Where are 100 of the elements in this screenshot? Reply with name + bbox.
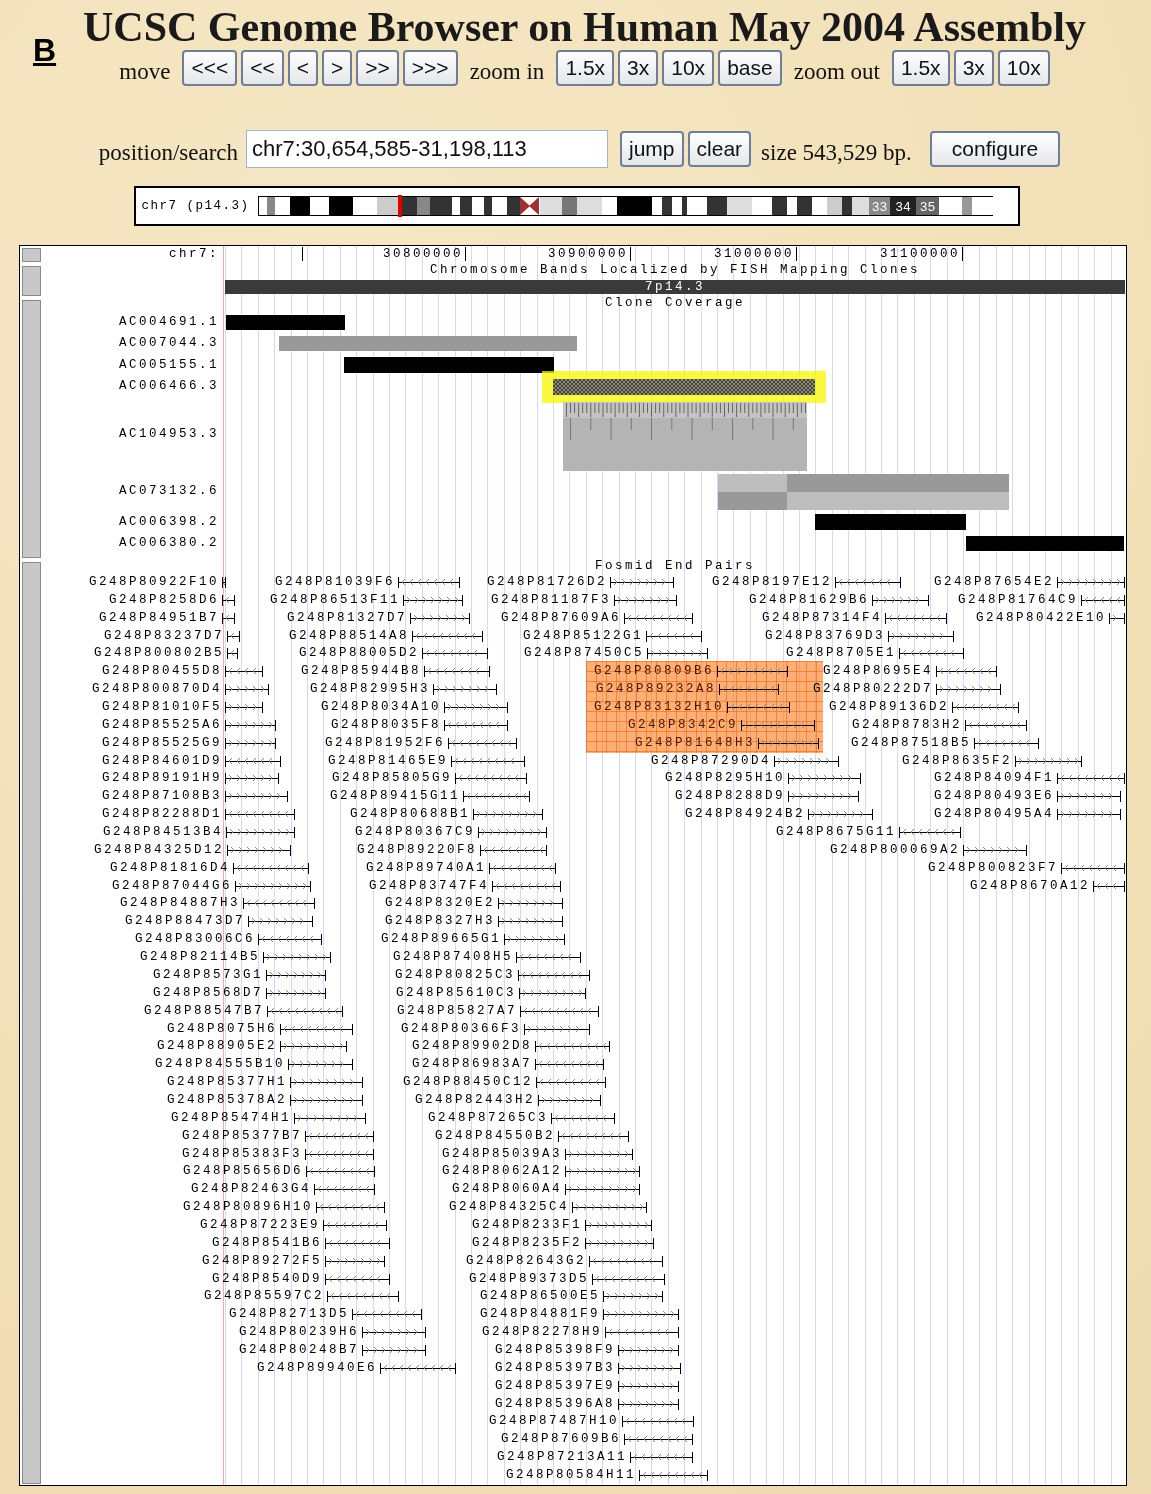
- paired-end-bar[interactable]: [551, 1111, 615, 1124]
- paired-end-bar[interactable]: [222, 593, 235, 606]
- paired-end-bar[interactable]: [410, 611, 470, 624]
- paired-end-bar[interactable]: [478, 826, 547, 839]
- paired-end-bar[interactable]: [492, 879, 561, 892]
- paired-end-bar[interactable]: [622, 1415, 694, 1428]
- paired-end-bar[interactable]: [248, 915, 313, 928]
- paired-end-bar[interactable]: [325, 1272, 390, 1285]
- paired-end-bar[interactable]: [603, 1308, 679, 1321]
- paired-end-bar[interactable]: [448, 736, 517, 749]
- paired-end-bar[interactable]: [974, 736, 1039, 749]
- paired-end-bar[interactable]: [719, 683, 779, 696]
- paired-end-bar[interactable]: [306, 1165, 375, 1178]
- paired-end-bar[interactable]: [565, 1147, 633, 1160]
- paired-end-bar[interactable]: [226, 826, 295, 839]
- paired-end-bar[interactable]: [222, 611, 235, 624]
- track-toggle-button[interactable]: [22, 266, 41, 296]
- paired-end-bar[interactable]: [610, 576, 674, 588]
- paired-end-bar[interactable]: [717, 665, 788, 678]
- paired-end-bar[interactable]: [518, 968, 590, 981]
- track-toggle-button[interactable]: [22, 300, 41, 558]
- move-button[interactable]: >>: [356, 50, 399, 86]
- paired-end-bar[interactable]: [266, 986, 326, 999]
- paired-end-bar[interactable]: [294, 1111, 366, 1124]
- paired-end-bar[interactable]: [965, 718, 1027, 731]
- paired-end-bar[interactable]: [618, 1397, 679, 1410]
- paired-end-bar[interactable]: [835, 576, 901, 588]
- paired-end-bar[interactable]: [263, 951, 331, 964]
- paired-end-bar[interactable]: [451, 754, 525, 767]
- paired-end-bar[interactable]: [225, 790, 288, 803]
- search-button[interactable]: clear: [687, 131, 752, 167]
- track-toggle-button[interactable]: [22, 562, 41, 1484]
- track-toggle-button[interactable]: [22, 248, 41, 262]
- paired-end-bar[interactable]: [535, 1058, 604, 1071]
- paired-end-bar[interactable]: [222, 576, 226, 588]
- paired-end-bar[interactable]: [325, 1254, 385, 1267]
- move-button[interactable]: >>>: [402, 50, 458, 86]
- paired-end-bar[interactable]: [519, 986, 586, 999]
- paired-end-bar[interactable]: [536, 1076, 606, 1089]
- paired-end-bar[interactable]: [808, 808, 873, 821]
- zoom-in-button[interactable]: 10x: [662, 50, 715, 86]
- paired-end-bar[interactable]: [565, 1183, 640, 1196]
- paired-end-bar[interactable]: [422, 647, 488, 660]
- zoom-in-button[interactable]: 1.5x: [556, 50, 615, 86]
- paired-end-bar[interactable]: [758, 736, 819, 749]
- paired-end-bar[interactable]: [227, 629, 240, 642]
- paired-end-bar[interactable]: [225, 808, 295, 821]
- paired-end-bar[interactable]: [524, 1022, 590, 1035]
- paired-end-bar[interactable]: [362, 1326, 426, 1339]
- paired-end-bar[interactable]: [727, 701, 790, 713]
- search-button[interactable]: jump: [620, 131, 684, 167]
- paired-end-bar[interactable]: [788, 790, 859, 803]
- paired-end-bar[interactable]: [618, 1343, 679, 1356]
- paired-end-bar[interactable]: [258, 933, 322, 946]
- paired-end-bar[interactable]: [266, 968, 326, 981]
- paired-end-bar[interactable]: [352, 1308, 422, 1321]
- paired-end-bar[interactable]: [480, 843, 547, 856]
- move-button[interactable]: <<<: [182, 50, 238, 86]
- paired-end-bar[interactable]: [463, 790, 530, 803]
- paired-end-bar[interactable]: [504, 933, 565, 946]
- paired-end-bar[interactable]: [225, 665, 263, 678]
- paired-end-bar[interactable]: [565, 1165, 640, 1178]
- paired-end-bar[interactable]: [585, 1218, 652, 1231]
- paired-end-bar[interactable]: [618, 1361, 681, 1374]
- paired-end-bar[interactable]: [424, 665, 490, 678]
- paired-end-bar[interactable]: [1109, 611, 1125, 624]
- paired-end-bar[interactable]: [774, 754, 839, 767]
- paired-end-bar[interactable]: [589, 1254, 663, 1267]
- paired-end-bar[interactable]: [225, 754, 281, 767]
- paired-end-bar[interactable]: [624, 1433, 693, 1446]
- paired-end-bar[interactable]: [398, 576, 460, 588]
- paired-end-bar[interactable]: [225, 683, 269, 696]
- paired-end-bar[interactable]: [290, 1076, 363, 1089]
- paired-end-bar[interactable]: [963, 843, 1027, 856]
- paired-end-bar[interactable]: [603, 1290, 663, 1303]
- paired-end-bar[interactable]: [498, 897, 563, 910]
- paired-end-bar[interactable]: [558, 1129, 629, 1142]
- paired-end-bar[interactable]: [1015, 754, 1082, 767]
- paired-end-bar[interactable]: [885, 611, 947, 624]
- paired-end-bar[interactable]: [380, 1361, 456, 1374]
- paired-end-bar[interactable]: [412, 629, 483, 642]
- move-button[interactable]: <<: [241, 50, 284, 86]
- paired-end-bar[interactable]: [520, 1004, 599, 1017]
- paired-end-bar[interactable]: [788, 772, 861, 785]
- paired-end-bar[interactable]: [618, 1379, 679, 1392]
- configure-button[interactable]: configure: [929, 131, 1061, 167]
- paired-end-bar[interactable]: [538, 1093, 601, 1106]
- chromosome-ideogram-drawing[interactable]: [257, 196, 993, 216]
- paired-end-bar[interactable]: [899, 826, 961, 839]
- paired-end-bar[interactable]: [647, 647, 708, 660]
- paired-end-bar[interactable]: [630, 1451, 693, 1464]
- paired-end-bar[interactable]: [639, 1469, 708, 1481]
- chromosome-band-bar[interactable]: 7p14.3: [225, 280, 1125, 294]
- paired-end-bar[interactable]: [305, 1129, 374, 1142]
- paired-end-bar[interactable]: [489, 861, 556, 874]
- zoom-out-button[interactable]: 1.5x: [891, 50, 950, 86]
- zoom-out-button[interactable]: 3x: [953, 50, 994, 86]
- paired-end-bar[interactable]: [227, 843, 291, 856]
- paired-end-bar[interactable]: [280, 1022, 353, 1035]
- paired-end-bar[interactable]: [243, 897, 315, 910]
